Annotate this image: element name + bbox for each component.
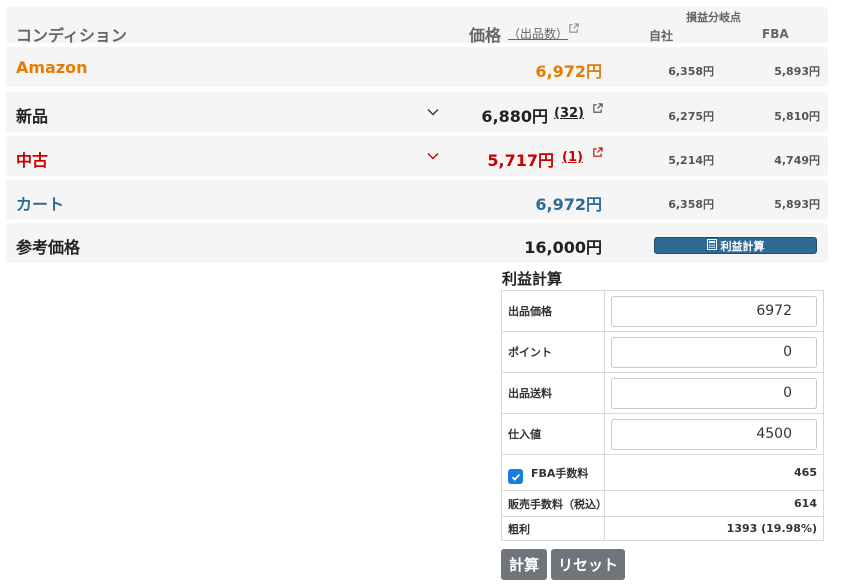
fba-fee-label: FBA手数料 [531,467,589,480]
row-label: Amazon [16,58,88,77]
calculate-button[interactable]: 計算 [501,549,547,580]
condition-row-reference: 参考価格 16,000円 利益計算 [6,223,828,263]
header-condition: コンディション [16,26,127,45]
condition-row-amazon: Amazon 6,972円 6,358円 5,893円 [6,47,828,87]
header-jisha: 自社 [649,29,674,43]
point-label: ポイント [501,331,605,373]
row-price: 5,717円 [487,151,554,170]
fba-fee-value: 465 [604,454,824,491]
chevron-down-icon[interactable] [426,148,440,162]
row-count-link[interactable]: (32) [554,106,584,121]
breakeven-fba: 5,810円 [774,110,820,123]
listing-price-input[interactable] [611,295,817,327]
shipping-label: 出品送料 [501,372,605,414]
listing-price-label: 出品価格 [501,290,605,332]
header-count-link[interactable]: （出品数） [508,25,568,42]
row-label: 参考価格 [16,238,81,257]
row-price: 6,972円 [535,195,602,214]
profit-calc-label: 利益計算 [720,239,765,253]
breakeven-fba: 4,749円 [774,154,820,167]
breakeven-jisha: 5,214円 [668,154,714,167]
external-link-icon[interactable] [568,23,579,37]
breakeven-fba: 5,893円 [774,198,820,211]
profit-value: 1393 (19.98%) [604,516,824,541]
row-price: 6,972円 [535,62,602,81]
external-link-icon[interactable] [592,147,603,161]
row-label: 中古 [16,151,49,170]
calc-title: 利益計算 [502,270,563,288]
shipping-input[interactable] [611,377,817,409]
breakeven-jisha: 6,358円 [668,198,714,211]
row-count-link[interactable]: (1) [562,150,583,165]
condition-row-new: 新品 6,880円 (32) 6,275円 5,810円 [6,92,828,132]
reset-button[interactable]: リセット [551,549,625,580]
cost-input[interactable] [611,418,817,450]
row-label: 新品 [16,107,49,126]
breakeven-jisha: 6,275円 [668,110,714,123]
row-label: カート [16,195,65,214]
fba-fee-checkbox[interactable] [508,469,523,484]
calculator-icon [706,238,717,253]
condition-row-cart: カート 6,972円 6,358円 5,893円 [6,180,828,220]
sales-fee-value: 614 [604,490,824,517]
chevron-down-icon[interactable] [426,104,440,118]
header-breakeven: 損益分岐点 [686,11,741,24]
condition-row-used: 中古 5,717円 (1) 5,214円 4,749円 [6,136,828,176]
header-fba: FBA [762,27,789,41]
table-header: コンディション 価格 （出品数） 損益分岐点 自社 FBA [6,7,828,45]
sales-fee-label: 販売手数料（税込） [501,490,607,517]
breakeven-jisha: 6,358円 [668,65,714,78]
profit-label: 粗利 [501,516,605,541]
point-input[interactable] [611,336,817,368]
header-price: 価格 [469,26,502,45]
breakeven-fba: 5,893円 [774,65,820,78]
profit-calc-button[interactable]: 利益計算 [654,237,817,254]
profit-calc-table: 出品価格 ポイント 出品送料 仕入値 FBA手数料 465 販売手数料（税込） … [501,290,824,541]
row-price: 6,880円 [481,107,548,126]
row-price: 16,000円 [524,238,602,257]
external-link-icon[interactable] [592,103,603,117]
cost-label: 仕入値 [501,413,605,455]
